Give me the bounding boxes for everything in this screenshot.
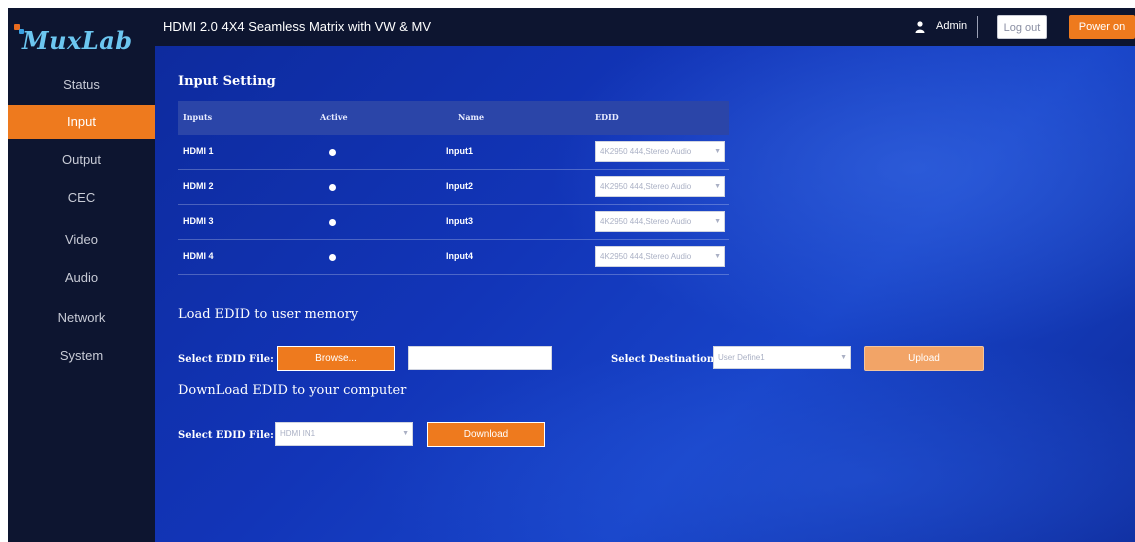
chevron-down-icon: ▼ xyxy=(714,148,721,155)
sidebar-item-audio[interactable]: Audio xyxy=(8,261,155,295)
chevron-down-icon: ▼ xyxy=(714,218,721,225)
sidebar-item-network[interactable]: Network xyxy=(8,301,155,335)
chevron-down-icon: ▼ xyxy=(840,354,847,361)
edid-select-value: 4K2950 444,Stereo Audio xyxy=(600,182,692,191)
top-bar: HDMI 2.0 4X4 Seamless Matrix with VW & M… xyxy=(155,8,1135,46)
browse-button[interactable]: Browse... xyxy=(277,346,395,371)
download-edid-select-value: HDMI IN1 xyxy=(280,429,316,438)
edid-select[interactable]: 4K2950 444,Stereo Audio ▼ xyxy=(595,211,725,232)
table-row: HDMI 1 Input1 4K2950 444,Stereo Audio ▼ xyxy=(178,135,729,170)
column-header-edid: EDID xyxy=(595,112,619,122)
sidebar-item-status[interactable]: Status xyxy=(8,68,155,102)
load-edid-file-label: Select EDID File: xyxy=(178,354,274,365)
select-destination-label: Select Destination: xyxy=(611,354,718,365)
edid-select-value: 4K2950 444,Stereo Audio xyxy=(600,217,692,226)
logo-text: MuxLab xyxy=(22,26,133,55)
table-row: HDMI 3 Input3 4K2950 444,Stereo Audio ▼ xyxy=(178,205,729,240)
active-indicator[interactable] xyxy=(329,184,336,191)
sidebar-item-input[interactable]: Input xyxy=(8,105,155,139)
name-cell[interactable]: Input1 xyxy=(446,146,473,156)
active-indicator[interactable] xyxy=(329,149,336,156)
edid-select-value: 4K2950 444,Stereo Audio xyxy=(600,147,692,156)
destination-select-value: User Define1 xyxy=(718,353,765,362)
main-panel: HDMI 2.0 4X4 Seamless Matrix with VW & M… xyxy=(155,8,1135,542)
power-on-button[interactable]: Power on xyxy=(1069,15,1135,39)
download-edid-select[interactable]: HDMI IN1 ▼ xyxy=(275,422,413,446)
input-cell: HDMI 3 xyxy=(183,216,214,226)
destination-select[interactable]: User Define1 ▼ xyxy=(713,346,851,369)
sidebar-item-output[interactable]: Output xyxy=(8,143,155,177)
page-title: HDMI 2.0 4X4 Seamless Matrix with VW & M… xyxy=(163,19,432,34)
logo-mark-icon-secondary xyxy=(19,29,24,34)
input-setting-title: Input Setting xyxy=(178,74,276,89)
edid-select[interactable]: 4K2950 444,Stereo Audio ▼ xyxy=(595,176,725,197)
column-header-inputs: Inputs xyxy=(183,112,213,122)
edid-select[interactable]: 4K2950 444,Stereo Audio ▼ xyxy=(595,246,725,267)
input-cell: HDMI 4 xyxy=(183,251,214,261)
column-header-name: Name xyxy=(458,112,485,122)
logo: MuxLab xyxy=(14,24,133,58)
edid-select[interactable]: 4K2950 444,Stereo Audio ▼ xyxy=(595,141,725,162)
edid-file-path-input[interactable] xyxy=(408,346,552,370)
table-row: HDMI 4 Input4 4K2950 444,Stereo Audio ▼ xyxy=(178,240,729,275)
download-edid-file-label: Select EDID File: xyxy=(178,430,274,441)
upload-button[interactable]: Upload xyxy=(864,346,984,371)
table-header: Inputs Active Name EDID xyxy=(178,101,729,135)
sidebar: MuxLab Status Input Output CEC Video Aud… xyxy=(8,8,155,542)
user-icon xyxy=(915,21,925,33)
active-indicator[interactable] xyxy=(329,254,336,261)
user-name: Admin xyxy=(936,20,968,32)
logout-button[interactable]: Log out xyxy=(997,15,1047,39)
header-divider xyxy=(977,16,978,38)
download-edid-title: DownLoad EDID to your computer xyxy=(178,383,407,398)
table-row: HDMI 2 Input2 4K2950 444,Stereo Audio ▼ xyxy=(178,170,729,205)
load-edid-title: Load EDID to user memory xyxy=(178,307,359,322)
sidebar-item-system[interactable]: System xyxy=(8,339,155,373)
chevron-down-icon: ▼ xyxy=(714,253,721,260)
chevron-down-icon: ▼ xyxy=(402,430,409,437)
active-indicator[interactable] xyxy=(329,219,336,226)
column-header-active: Active xyxy=(320,112,348,122)
sidebar-item-video[interactable]: Video xyxy=(8,223,155,257)
name-cell[interactable]: Input3 xyxy=(446,216,473,226)
input-cell: HDMI 1 xyxy=(183,146,214,156)
input-cell: HDMI 2 xyxy=(183,181,214,191)
sidebar-item-cec[interactable]: CEC xyxy=(8,181,155,215)
chevron-down-icon: ▼ xyxy=(714,183,721,190)
name-cell[interactable]: Input4 xyxy=(446,251,473,261)
edid-select-value: 4K2950 444,Stereo Audio xyxy=(600,252,692,261)
download-button[interactable]: Download xyxy=(427,422,545,447)
name-cell[interactable]: Input2 xyxy=(446,181,473,191)
